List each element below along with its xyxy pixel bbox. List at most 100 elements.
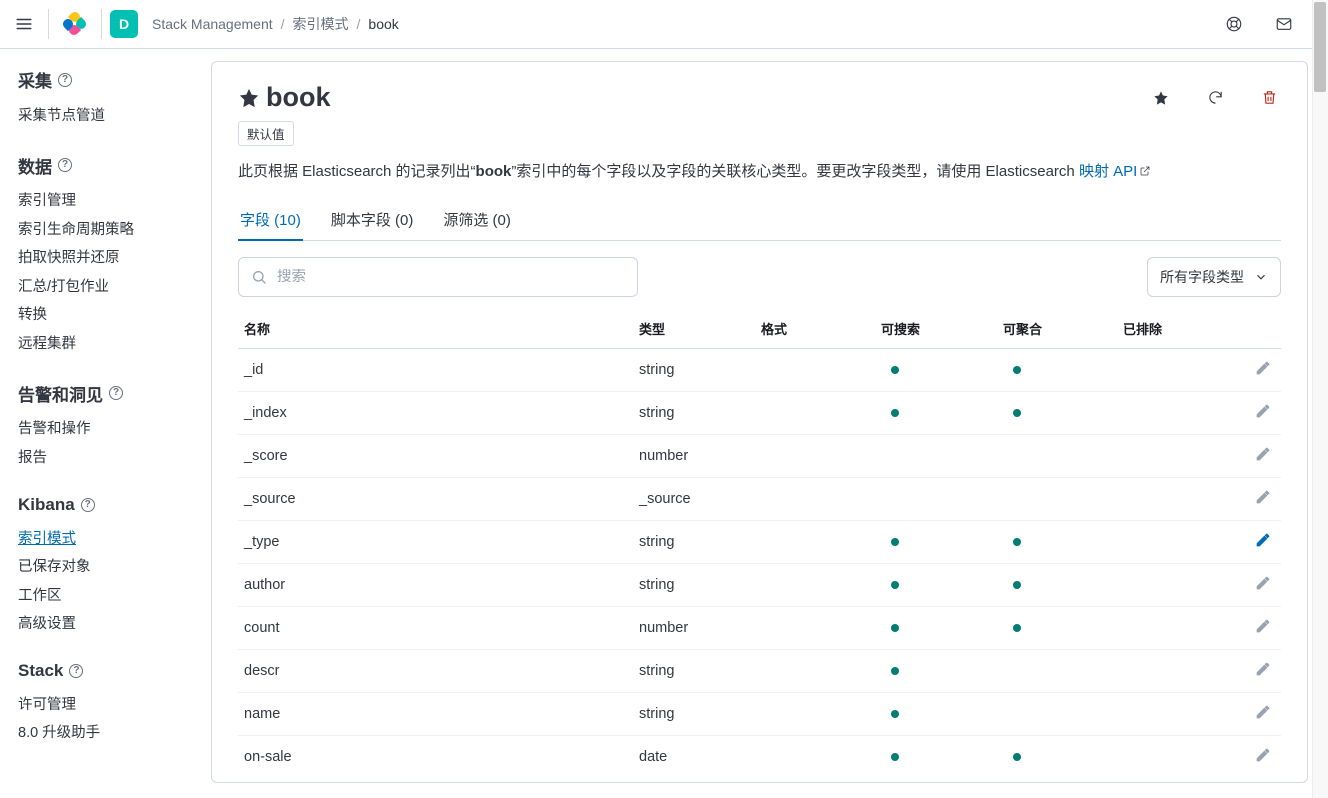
field-format-cell (755, 478, 875, 521)
sidebar-item[interactable]: 采集节点管道 (18, 102, 197, 131)
sidebar-item[interactable]: 报告 (18, 445, 197, 474)
nav-section-title: Kibana? (18, 495, 197, 515)
edit-field-button[interactable] (1255, 661, 1271, 677)
field-format-cell (755, 736, 875, 779)
table-row: descrstring (238, 650, 1281, 693)
edit-field-button[interactable] (1255, 360, 1271, 376)
dot-indicator-icon (891, 667, 899, 675)
field-name-cell: _id (238, 349, 633, 392)
sidebar-item[interactable]: 转换 (18, 302, 197, 331)
edit-field-button[interactable] (1255, 618, 1271, 634)
help-icon[interactable]: ? (69, 664, 83, 678)
tab[interactable]: 脚本字段 (0) (329, 201, 416, 240)
breadcrumb-stack-management[interactable]: Stack Management (152, 16, 273, 32)
table-row: authorstring (238, 564, 1281, 607)
dot-indicator-icon (891, 581, 899, 589)
table-column-header[interactable]: 名称 (238, 311, 633, 349)
pencil-icon (1255, 575, 1271, 591)
field-type-cell: number (633, 435, 755, 478)
edit-field-button[interactable] (1255, 704, 1271, 720)
help-icon[interactable]: ? (109, 386, 123, 400)
tab[interactable]: 字段 (10) (238, 201, 303, 240)
field-type-cell: string (633, 521, 755, 564)
field-searchable-cell (875, 650, 997, 693)
edit-field-button[interactable] (1255, 747, 1271, 763)
table-column-header[interactable]: 可聚合 (997, 311, 1117, 349)
table-column-header[interactable]: 类型 (633, 311, 755, 349)
table-column-header[interactable]: 已排除 (1117, 311, 1227, 349)
field-searchable-cell (875, 392, 997, 435)
sidebar-item[interactable]: 汇总/打包作业 (18, 273, 197, 302)
mapping-api-link[interactable]: 映射 API (1079, 163, 1151, 180)
table-column-header[interactable] (1227, 311, 1281, 349)
index-pattern-panel: book 默认值 (211, 61, 1308, 783)
page-title: book (238, 82, 331, 113)
dot-indicator-icon (1013, 538, 1021, 546)
table-column-header[interactable]: 可搜索 (875, 311, 997, 349)
field-name-cell: _score (238, 435, 633, 478)
sidebar-item[interactable]: 许可管理 (18, 691, 197, 720)
scrollbar-thumb[interactable] (1314, 2, 1326, 92)
space-selector-button[interactable]: D (110, 10, 138, 38)
refresh-button[interactable] (1203, 86, 1227, 110)
field-format-cell (755, 435, 875, 478)
sidebar-item[interactable]: 远程集群 (18, 330, 197, 359)
sidebar-item[interactable]: 工作区 (18, 582, 197, 611)
field-excluded-cell (1117, 564, 1227, 607)
table-column-header[interactable]: 格式 (755, 311, 875, 349)
sidebar-item[interactable]: 8.0 升级助手 (18, 720, 197, 749)
pencil-icon (1255, 618, 1271, 634)
sidebar-item[interactable]: 已保存对象 (18, 554, 197, 583)
tab[interactable]: 源筛选 (0) (441, 201, 513, 240)
help-icon[interactable]: ? (58, 73, 72, 87)
table-row: on-saledate (238, 736, 1281, 779)
edit-field-button[interactable] (1255, 403, 1271, 419)
field-search-input-wrap[interactable] (238, 257, 638, 297)
field-name-cell: name (238, 693, 633, 736)
sidebar-item[interactable]: 高级设置 (18, 611, 197, 640)
field-type-filter[interactable]: 所有字段类型 (1147, 257, 1281, 297)
elastic-logo-icon[interactable] (63, 12, 87, 36)
newsfeed-button[interactable] (1268, 8, 1300, 40)
divider (101, 9, 102, 39)
menu-toggle-button[interactable] (8, 8, 40, 40)
help-button[interactable] (1218, 8, 1250, 40)
pencil-icon (1255, 747, 1271, 763)
edit-field-button[interactable] (1255, 575, 1271, 591)
sidebar-item[interactable]: 索引管理 (18, 188, 197, 217)
sidebar-item[interactable]: 拍取快照并还原 (18, 245, 197, 274)
table-row: countnumber (238, 607, 1281, 650)
sidebar-item[interactable]: 索引模式 (18, 525, 197, 554)
edit-field-button[interactable] (1255, 489, 1271, 505)
field-format-cell (755, 564, 875, 607)
nav-section-title: Stack? (18, 661, 197, 681)
sidebar-item[interactable]: 索引生命周期策略 (18, 216, 197, 245)
star-filled-icon (1153, 90, 1169, 106)
breadcrumb-index-patterns[interactable]: 索引模式 (293, 14, 349, 34)
edit-field-button[interactable] (1255, 446, 1271, 462)
window-scrollbar[interactable] (1312, 0, 1328, 798)
edit-field-button[interactable] (1255, 532, 1271, 548)
dot-indicator-icon (891, 753, 899, 761)
field-type-cell: string (633, 392, 755, 435)
field-search-input[interactable] (277, 269, 625, 285)
dot-indicator-icon (1013, 753, 1021, 761)
sidebar-item[interactable]: 告警和操作 (18, 416, 197, 445)
field-aggregatable-cell (997, 693, 1117, 736)
delete-button[interactable] (1257, 86, 1281, 110)
field-type-cell: string (633, 349, 755, 392)
field-searchable-cell (875, 736, 997, 779)
pencil-icon (1255, 532, 1271, 548)
field-format-cell (755, 650, 875, 693)
set-default-button[interactable] (1149, 86, 1173, 110)
field-excluded-cell (1117, 392, 1227, 435)
dot-indicator-icon (891, 624, 899, 632)
nav-section-title: 采集? (18, 67, 197, 92)
pencil-icon (1255, 360, 1271, 376)
breadcrumb: Stack Management / 索引模式 / book (152, 14, 399, 34)
breadcrumb-separator: / (281, 16, 285, 32)
field-excluded-cell (1117, 650, 1227, 693)
help-icon[interactable]: ? (81, 498, 95, 512)
help-icon[interactable]: ? (58, 158, 72, 172)
pencil-icon (1255, 704, 1271, 720)
